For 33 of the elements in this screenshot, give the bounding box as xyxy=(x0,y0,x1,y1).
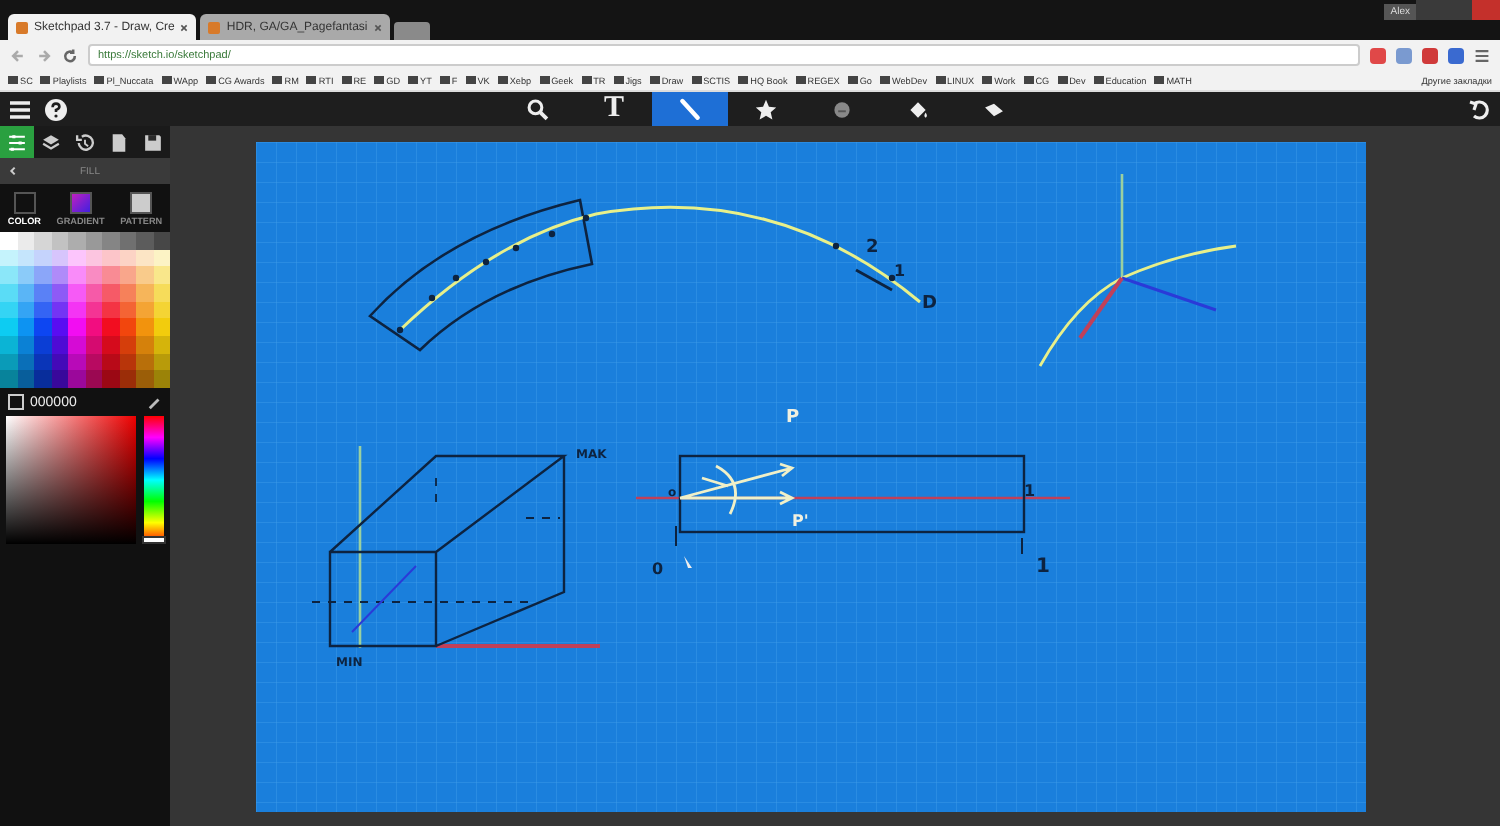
text-tool-button[interactable]: T xyxy=(576,92,652,126)
favicon-icon xyxy=(16,21,28,33)
redo-icon[interactable] xyxy=(1468,97,1492,121)
handwritten-label: 1 xyxy=(894,262,906,280)
help-icon[interactable] xyxy=(44,97,68,121)
hue-thumb[interactable] xyxy=(142,536,166,544)
transparent-checkbox[interactable] xyxy=(8,394,24,410)
handwritten-label: 1 xyxy=(1036,556,1050,578)
sliders-icon xyxy=(6,131,28,153)
sliders-tab[interactable] xyxy=(0,126,34,158)
hue-slider[interactable] xyxy=(144,416,164,544)
page-icon xyxy=(108,131,130,153)
color-palette[interactable] xyxy=(0,232,170,388)
reload-icon[interactable] xyxy=(62,47,78,63)
handwritten-label: 2 xyxy=(866,238,879,258)
layers-icon xyxy=(40,131,62,153)
save-icon xyxy=(142,131,164,153)
history-icon xyxy=(74,131,96,153)
handwritten-label: 1 xyxy=(1024,482,1036,500)
handwritten-label: D xyxy=(922,294,937,314)
pen-icon xyxy=(676,95,704,123)
handwritten-label: 0 xyxy=(652,560,664,578)
eyedropper-icon[interactable] xyxy=(148,395,162,409)
close-icon[interactable] xyxy=(180,23,189,31)
handwritten-label: P xyxy=(786,408,800,428)
cursor-icon xyxy=(684,556,692,574)
back-icon[interactable] xyxy=(8,166,18,176)
search-icon xyxy=(524,95,552,123)
new-tab-button[interactable] xyxy=(393,22,430,40)
star-icon xyxy=(752,95,780,123)
handwritten-label: P' xyxy=(792,512,809,530)
pen-tool-button[interactable] xyxy=(652,92,728,126)
saturation-picker[interactable] xyxy=(6,416,136,544)
